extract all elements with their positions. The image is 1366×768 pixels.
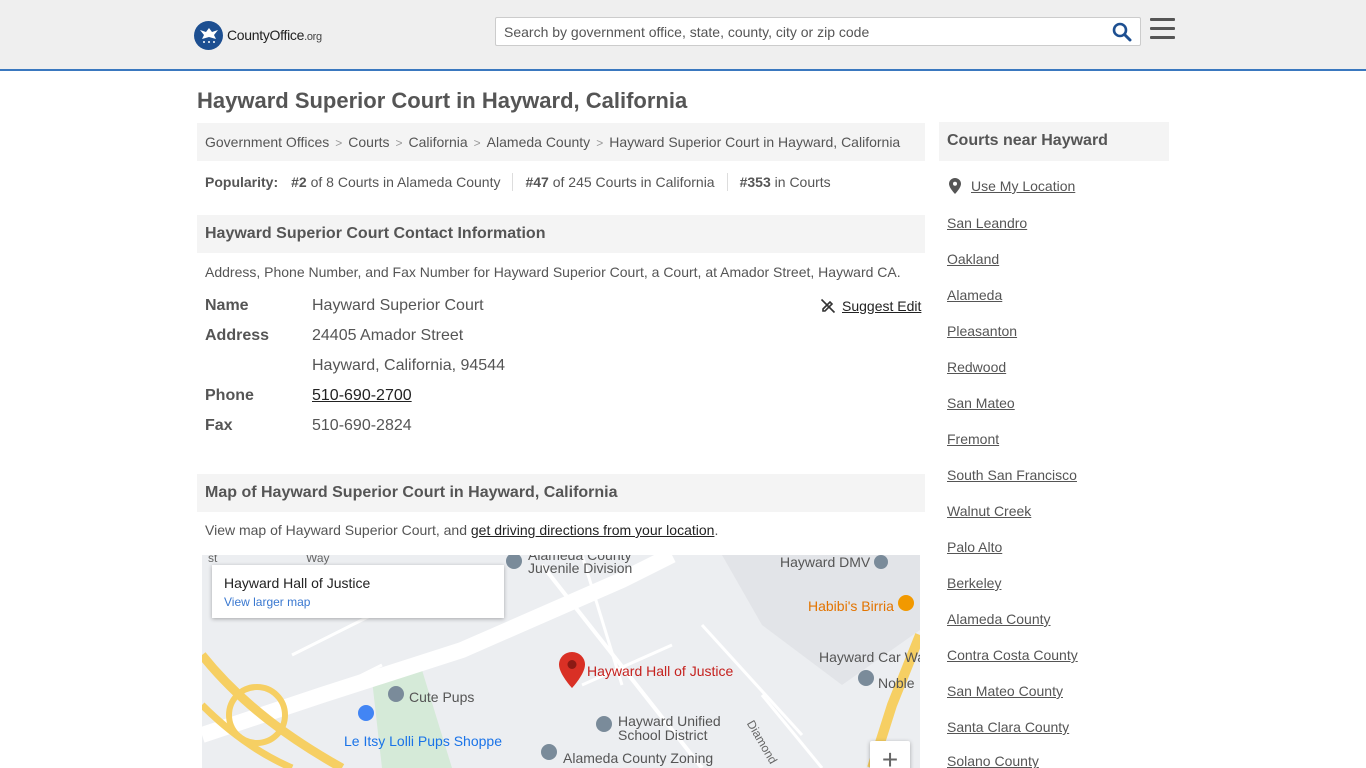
government-poi-icon xyxy=(874,555,888,569)
contact-description: Address, Phone Number, and Fax Number fo… xyxy=(205,264,901,280)
sidebar-item[interactable]: San Leandro xyxy=(947,215,1027,231)
map-label-noble: Noble xyxy=(878,675,915,691)
sidebar-item[interactable]: Santa Clara County xyxy=(947,719,1069,735)
chevron-right-icon: > xyxy=(473,136,481,150)
embedded-map[interactable]: Hayward Hall of Justice View larger map … xyxy=(202,555,920,768)
map-label-dmv: Hayward DMV xyxy=(780,555,871,570)
search-button[interactable] xyxy=(1112,22,1134,42)
sidebar-item[interactable]: Palo Alto xyxy=(947,539,1002,555)
site-logo[interactable]: CountyOffice.org xyxy=(194,20,322,50)
search-input[interactable] xyxy=(504,18,1104,45)
suggest-edit-link[interactable]: Suggest Edit xyxy=(820,298,921,314)
government-poi-icon xyxy=(541,744,557,760)
sidebar-item[interactable]: South San Francisco xyxy=(947,467,1077,483)
logo-text: CountyOffice.org xyxy=(227,27,322,43)
site-header: CountyOffice.org xyxy=(0,0,1366,71)
breadcrumb: Government Offices > Courts > California > Ala… xyxy=(197,123,925,161)
breadcrumb-courts[interactable]: Courts xyxy=(348,134,389,150)
map-label-husd-2: School District xyxy=(618,727,708,743)
sidebar-item[interactable]: Berkeley xyxy=(947,575,1001,591)
sidebar-item[interactable]: Pleasanton xyxy=(947,323,1017,339)
info-row-address: Address 24405 Amador Street xyxy=(205,327,464,344)
location-pin-icon xyxy=(949,178,961,194)
map-label-juvenile-2: Juvenile Division xyxy=(528,560,633,576)
chevron-right-icon: > xyxy=(596,136,604,150)
sidebar-item[interactable]: Contra Costa County xyxy=(947,647,1078,663)
info-row-phone: Phone 510-690-2700 xyxy=(205,387,412,404)
fax-number: 510-690-2824 xyxy=(312,417,412,434)
popularity-national-rank: #353 in Courts xyxy=(739,174,831,190)
map-description: View map of Hayward Superior Court, and … xyxy=(205,522,719,538)
map-label-hall-of-justice: Hayward Hall of Justice xyxy=(587,663,734,679)
map-label-le-itsy: Le Itsy Lolli Pups Shoppe xyxy=(344,733,502,749)
chevron-right-icon: > xyxy=(395,136,403,150)
search-icon xyxy=(1112,22,1132,42)
restaurant-poi-icon xyxy=(898,595,914,611)
sidebar-item[interactable]: Walnut Creek xyxy=(947,503,1031,519)
shopping-poi-icon xyxy=(358,705,374,721)
sidebar-item[interactable]: Solano County xyxy=(947,753,1039,768)
edit-off-icon xyxy=(820,298,836,314)
sidebar-item[interactable]: Redwood xyxy=(947,359,1006,375)
map-label-zoning: Alameda County Zoning xyxy=(563,750,714,766)
map-label-st: st xyxy=(208,555,218,565)
map-heading: Map of Hayward Superior Court in Hayward… xyxy=(197,474,925,512)
breadcrumb-government-offices[interactable]: Government Offices xyxy=(205,134,329,150)
popularity-label: Popularity: xyxy=(205,174,279,190)
court-name: Hayward Superior Court xyxy=(312,297,484,314)
map-label-birria: Habibi's Birria xyxy=(808,598,894,614)
chevron-right-icon: > xyxy=(335,136,343,150)
contact-heading: Hayward Superior Court Contact Informati… xyxy=(197,215,925,253)
hamburger-menu-icon[interactable] xyxy=(1150,18,1175,42)
sidebar-item[interactable]: Alameda xyxy=(947,287,1002,303)
search-box xyxy=(495,17,1141,46)
map-info-card: Hayward Hall of Justice View larger map xyxy=(212,565,504,618)
popularity-county-rank: #2 of 8 Courts in Alameda County xyxy=(291,174,501,190)
info-row-fax: Fax 510-690-2824 xyxy=(205,417,412,434)
driving-directions-link[interactable]: get driving directions from your locatio… xyxy=(471,522,715,538)
popularity-state-rank: #47 of 245 Courts in California xyxy=(525,174,715,190)
view-larger-map-link[interactable]: View larger map xyxy=(224,595,492,609)
phone-link[interactable]: 510-690-2700 xyxy=(312,387,412,404)
sidebar-item[interactable]: Fremont xyxy=(947,431,999,447)
breadcrumb-current: Hayward Superior Court in Hayward, Calif… xyxy=(609,134,901,150)
school-poi-icon xyxy=(596,716,612,732)
address-line2: Hayward, California, 94544 xyxy=(312,357,505,374)
pin-poi-icon xyxy=(858,670,874,686)
address-line1: 24405 Amador Street xyxy=(312,327,464,344)
sidebar-item[interactable]: Alameda County xyxy=(947,611,1051,627)
sidebar-item[interactable]: San Mateo County xyxy=(947,683,1063,699)
page-title: Hayward Superior Court in Hayward, Calif… xyxy=(197,88,688,113)
map-label-cute-pups: Cute Pups xyxy=(409,689,475,705)
info-row-name: Name Hayward Superior Court xyxy=(205,297,484,314)
eagle-seal-icon xyxy=(194,20,223,50)
pin-poi-icon xyxy=(388,686,404,702)
info-row-address2: Hayward, California, 94544 xyxy=(205,357,505,375)
breadcrumb-california[interactable]: California xyxy=(409,134,468,150)
popularity-bar: Popularity: #2 of 8 Courts in Alameda Co… xyxy=(205,173,831,191)
map-card-title: Hayward Hall of Justice xyxy=(224,575,371,591)
breadcrumb-alameda-county[interactable]: Alameda County xyxy=(487,134,591,150)
sidebar-item[interactable]: San Mateo xyxy=(947,395,1015,411)
map-label-carwash: Hayward Car Wa xyxy=(819,649,920,665)
sidebar-item[interactable]: Oakland xyxy=(947,251,999,267)
map-marker-icon[interactable] xyxy=(559,652,585,688)
sidebar-heading: Courts near Hayward xyxy=(939,122,1169,161)
map-label-way: Way xyxy=(306,555,330,565)
zoom-in-button[interactable]: + xyxy=(870,741,910,768)
use-my-location-link[interactable]: Use My Location xyxy=(947,178,1075,194)
